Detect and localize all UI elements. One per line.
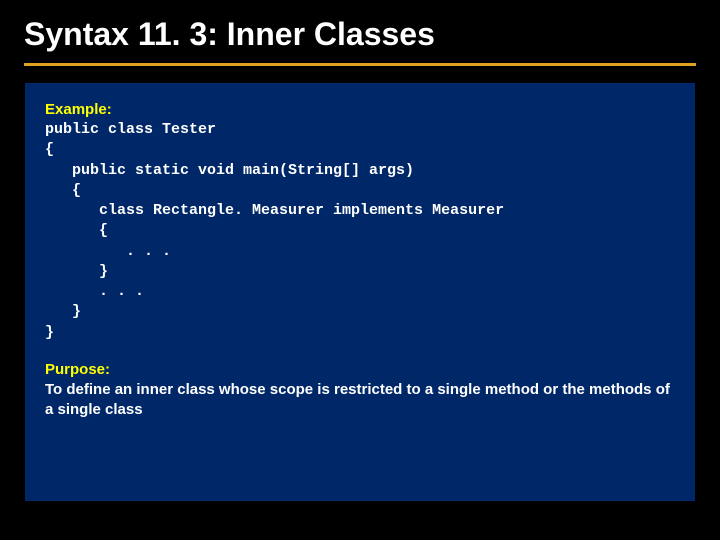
purpose-text: To define an inner class whose scope is … xyxy=(45,380,675,421)
purpose-label: Purpose: xyxy=(45,361,675,378)
code-block: public class Tester { public static void… xyxy=(45,120,675,343)
slide-title: Syntax 11. 3: Inner Classes xyxy=(24,16,696,53)
slide: Syntax 11. 3: Inner Classes Example: pub… xyxy=(0,0,720,540)
example-label: Example: xyxy=(45,101,675,118)
content-box: Example: public class Tester { public st… xyxy=(24,82,696,502)
title-underline xyxy=(24,63,696,66)
